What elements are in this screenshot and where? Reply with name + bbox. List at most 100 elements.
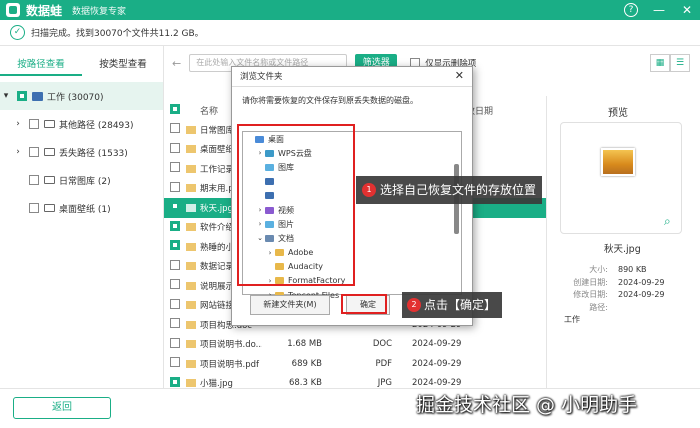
callout-step-1: 1 选择自己恢复文件的存放位置 (356, 176, 543, 204)
callout-step-2: 2 点击【确定】 (402, 292, 503, 318)
file-icon (186, 203, 196, 212)
callout-text: 点击【确定】 (424, 298, 497, 312)
row-date: 2024-09-29 (412, 339, 462, 350)
title-bar: 数据蛙 数据恢复专家 ? — ✕ (0, 0, 700, 20)
grid-view-icon[interactable]: ▦ (650, 54, 670, 72)
highlight-box-ok (341, 294, 387, 314)
folder-icon (44, 120, 55, 128)
view-tabs: 按路径查看 按类型查看 (0, 56, 164, 76)
file-icon (186, 262, 196, 271)
dialog-title: 浏览文件夹 (232, 67, 472, 87)
row-size: 1.68 MB (287, 339, 322, 350)
file-icon (186, 223, 196, 232)
folder-icon (44, 148, 55, 156)
prop-key: 创建日期: (573, 277, 608, 287)
zoom-icon[interactable]: ⌕ (664, 214, 671, 229)
row-checkbox[interactable] (170, 201, 180, 212)
tree-item-daily-gallery[interactable]: 日常图库 (2) (0, 166, 164, 194)
prop-size: 890 KB (618, 265, 647, 274)
file-icon (186, 184, 196, 193)
prop-path: 工作 (564, 315, 580, 324)
new-folder-button[interactable]: 新建文件夹(M) (250, 295, 330, 315)
row-checkbox[interactable] (170, 279, 180, 290)
row-checkbox[interactable] (170, 181, 180, 192)
folder-icon (44, 176, 55, 184)
chevron-right-icon[interactable]: › (12, 119, 24, 129)
back-button[interactable]: 返回 (13, 397, 111, 419)
file-icon (186, 281, 196, 290)
row-checkbox[interactable] (170, 337, 180, 348)
tree-item-label: 日常图库 (2) (59, 176, 111, 187)
tree-item-label: 工作 (30070) (47, 92, 104, 103)
row-type: JPG (377, 378, 392, 389)
file-icon (186, 145, 196, 154)
row-checkbox[interactable] (170, 123, 180, 134)
file-icon (186, 379, 196, 388)
dialog-description: 请你将需要恢复的文件保存到原丢失数据的磁盘。 (242, 96, 418, 105)
row-checkbox[interactable] (170, 298, 180, 309)
file-icon (186, 164, 196, 173)
row-checkbox[interactable] (170, 318, 180, 329)
table-row[interactable]: 项目说明书.do... 1.68 MB DOC 2024-09-29 (164, 335, 546, 355)
tree-item-label: 桌面壁纸 (1) (59, 204, 111, 215)
list-view-icon[interactable]: ☰ (670, 54, 690, 72)
check-circle-icon: ✓ (10, 25, 25, 40)
tree-item-desktop-wallpaper[interactable]: 桌面壁纸 (1) (0, 194, 164, 222)
row-checkbox[interactable] (170, 376, 180, 387)
table-row[interactable]: 项目说明书.pdf 689 KB PDF 2024-09-29 (164, 354, 546, 374)
chevron-right-icon[interactable]: › (12, 147, 24, 157)
drive-icon (32, 91, 43, 101)
tree-checkbox[interactable] (29, 203, 39, 213)
row-name: 项目说明书.do... (200, 340, 262, 351)
row-checkbox[interactable] (170, 357, 180, 368)
step-badge: 2 (407, 298, 421, 312)
tree-checkbox[interactable] (29, 175, 39, 185)
preview-filename: 秋天.jpg (604, 244, 641, 255)
tab-by-type[interactable]: 按类型查看 (82, 56, 164, 76)
chevron-down-icon[interactable]: ▾ (0, 91, 12, 101)
row-checkbox[interactable] (170, 162, 180, 173)
tree-checkbox[interactable] (29, 147, 39, 157)
help-icon[interactable]: ? (624, 3, 638, 17)
tree-item-label: 丢失路径 (1533) (59, 148, 128, 159)
file-icon (186, 242, 196, 251)
tree-checkbox[interactable] (29, 119, 39, 129)
row-date: 2024-09-29 (412, 378, 462, 389)
row-checkbox[interactable] (170, 259, 180, 270)
folder-tree-scrollbar[interactable] (454, 134, 459, 294)
tree-item-work[interactable]: ▾ 工作 (30070) (0, 82, 164, 110)
highlight-box-folder-tree (237, 124, 355, 286)
close-icon[interactable]: ✕ (680, 2, 694, 18)
callout-text: 选择自己恢复文件的存放位置 (380, 183, 537, 197)
step-badge: 1 (362, 183, 376, 197)
autumn-thumbnail-image (601, 148, 635, 176)
back-arrow-icon[interactable]: ← (172, 57, 181, 70)
prop-key: 路径: (589, 302, 608, 312)
row-date: 2024-09-29 (412, 358, 462, 369)
preview-divider (546, 96, 547, 388)
row-type: DOC (372, 339, 392, 350)
file-icon (186, 125, 196, 134)
select-all-checkbox[interactable] (170, 103, 180, 114)
row-checkbox[interactable] (170, 240, 180, 251)
app-subtitle: 数据恢复专家 (72, 6, 127, 17)
scan-status-bar: ✓ 扫描完成。找到30070个文件共11.2 GB。 (0, 20, 700, 46)
folder-icon (44, 204, 55, 212)
row-name: 项目说明书.pdf (200, 359, 259, 370)
row-checkbox[interactable] (170, 142, 180, 153)
dialog-close-icon[interactable]: ✕ (455, 69, 464, 82)
prop-modified: 2024-09-29 (618, 290, 665, 299)
tab-by-path[interactable]: 按路径查看 (0, 56, 82, 76)
file-icon (186, 320, 196, 329)
app-name: 数据蛙 (26, 3, 63, 18)
preview-title: 预览 (608, 108, 628, 119)
tree-item-label: 其他路径 (28493) (59, 120, 134, 131)
minimize-icon[interactable]: — (652, 2, 666, 18)
tree-item-other-paths[interactable]: › 其他路径 (28493) (0, 110, 164, 138)
prop-key: 大小: (589, 265, 608, 274)
tree-checkbox[interactable] (17, 91, 27, 101)
tree-item-lost-paths[interactable]: › 丢失路径 (1533) (0, 138, 164, 166)
row-checkbox[interactable] (170, 220, 180, 231)
prop-created: 2024-09-29 (618, 277, 665, 287)
watermark: 掘金技术社区 @ 小明助手 (416, 394, 638, 416)
